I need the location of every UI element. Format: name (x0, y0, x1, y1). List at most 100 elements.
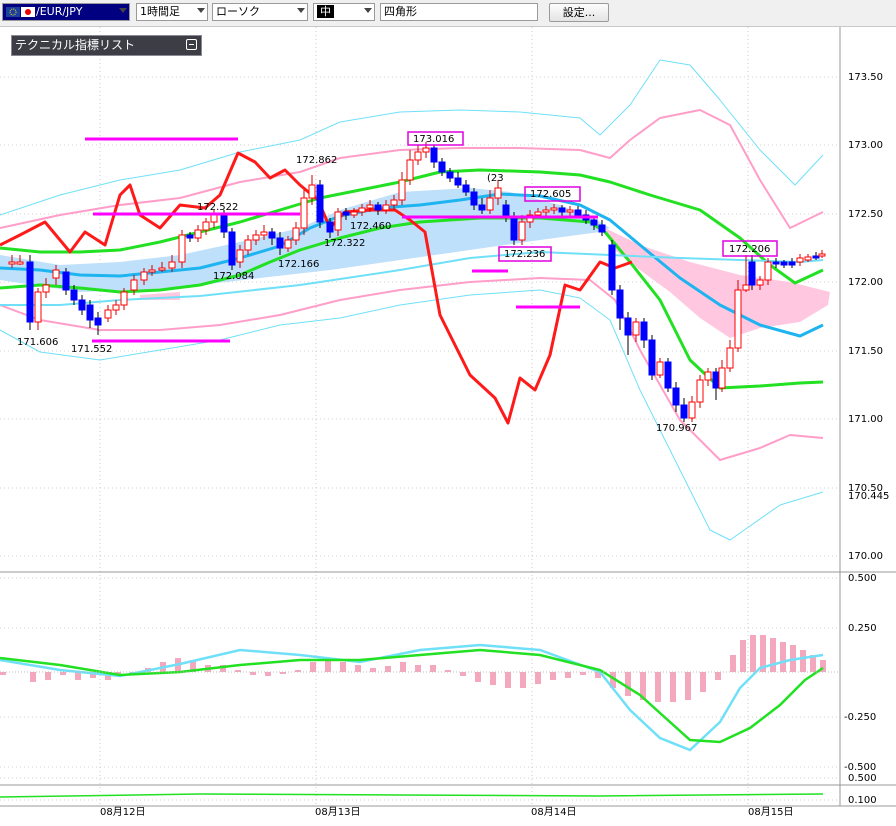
macd-histogram-bar (505, 672, 511, 688)
candle-body (358, 207, 366, 213)
price-axis-label: 171.50 (848, 346, 883, 357)
candle-body (664, 361, 672, 389)
candle-body (194, 229, 202, 239)
candle-body (696, 379, 704, 403)
macd-axis-label: -0.500 (844, 762, 876, 773)
annotation-low-3: 172.322 (324, 238, 365, 249)
macd-panel (0, 635, 840, 798)
candle-body (812, 255, 820, 259)
timeframe-label: 1時間足 (140, 5, 180, 18)
candle-body (542, 209, 550, 213)
indicator-list-panel[interactable]: テクニカル指標リスト (11, 35, 202, 56)
candle-body (326, 221, 334, 233)
symbol-select[interactable]: /EUR/JPY (2, 3, 130, 21)
candle-body (112, 304, 120, 311)
candle-body (186, 234, 194, 239)
candle-body (252, 234, 260, 241)
chart-area[interactable]: 172.862 172.522 172.084 172.166 172.322 … (0, 27, 896, 822)
candle-body (316, 184, 324, 223)
candle-body (130, 279, 138, 291)
candle-body (494, 187, 502, 199)
macd-histogram-bar (780, 642, 786, 672)
chevron-down-icon (119, 8, 127, 13)
macd-histogram-bar (730, 655, 736, 672)
candle-body (772, 261, 780, 265)
sub-indicator-line (0, 793, 824, 798)
candle-body (804, 256, 812, 261)
candle-body (608, 244, 616, 291)
toolbar: /EUR/JPY 1時間足 ローソク 中 四角形 設定... (0, 0, 896, 27)
candle-body (374, 204, 382, 211)
macd-histogram-bar (30, 672, 36, 682)
signal-line (0, 648, 824, 744)
drawing-tool-label: 四角形 (384, 5, 417, 18)
price-axis-label: 172.50 (848, 209, 883, 220)
settings-button[interactable]: 設定... (549, 3, 609, 22)
candle-body (284, 239, 292, 249)
time-axis-label: 08月12日 (100, 806, 145, 818)
candle-body (276, 237, 284, 249)
candle-body (462, 184, 470, 193)
candle-body (598, 224, 606, 233)
annotation-low-main: 170.967 (656, 423, 697, 434)
macd-histogram-bar (670, 672, 676, 702)
candle-body (244, 239, 252, 251)
candle-body (148, 269, 156, 273)
candle-body (574, 209, 582, 216)
drawing-tool-field[interactable]: 四角形 (380, 3, 538, 21)
annotation-mid-1: 172.460 (350, 221, 391, 232)
candle-body (680, 404, 688, 419)
candle-body (478, 204, 486, 211)
candle-body (672, 387, 680, 406)
candle-body (16, 261, 24, 265)
candle-body (780, 261, 788, 266)
price-axis-label: 172.00 (848, 277, 883, 288)
candle-body (382, 204, 390, 211)
macd-line (0, 643, 824, 752)
macd-histogram-bar (265, 672, 271, 676)
sub-axis-label: 0.500 (848, 773, 877, 784)
timeframe-select[interactable]: 1時間足 (136, 3, 208, 21)
candle-body (616, 289, 624, 319)
price-axis: 173.50 173.00 172.50 172.00 171.50 171.0… (848, 72, 889, 562)
macd-histogram-bar (45, 672, 51, 680)
macd-histogram-bar (685, 672, 691, 700)
candle-body (422, 147, 430, 153)
macd-histogram-bar (415, 665, 421, 672)
price-chart[interactable]: 172.862 172.522 172.084 172.166 172.322 … (0, 27, 896, 822)
candle-body (446, 171, 454, 179)
macd-axis: 0.500 0.250 -0.250 -0.500 (844, 573, 877, 773)
box-high-label: 173.016 (413, 134, 454, 145)
annotation-high-1: 172.862 (296, 155, 337, 166)
candle-body (718, 367, 726, 389)
macd-histogram-bar (490, 672, 496, 685)
candle-body (94, 317, 102, 326)
candle-body (140, 271, 148, 281)
candle-body (210, 214, 218, 223)
candle-body (292, 227, 300, 241)
candle-body (202, 221, 210, 231)
macd-histogram-bar (370, 668, 376, 672)
box-mid-high-label: 172.605 (530, 189, 571, 200)
candle-body (86, 304, 94, 321)
line-style-label: 中 (317, 5, 334, 18)
chart-type-select[interactable]: ローソク (212, 3, 308, 21)
macd-histogram-bar (770, 638, 776, 672)
annotation-high-2: 172.522 (197, 202, 238, 213)
candle-body (228, 231, 236, 266)
candle-body (534, 211, 542, 216)
minimize-icon[interactable] (186, 39, 197, 50)
candle-body (350, 211, 358, 216)
candle-body (712, 371, 720, 389)
candle-body (624, 317, 632, 336)
candle-body (640, 321, 648, 341)
candle-body (818, 253, 826, 257)
candle-body (788, 261, 796, 266)
candle-body (52, 269, 60, 279)
candle-body (726, 347, 734, 369)
candle-body (120, 291, 128, 306)
line-style-select[interactable]: 中 (313, 3, 375, 21)
chevron-down-icon (364, 8, 372, 13)
macd-histogram-bar (800, 650, 806, 672)
current-price-label: 170.445 (848, 491, 889, 502)
